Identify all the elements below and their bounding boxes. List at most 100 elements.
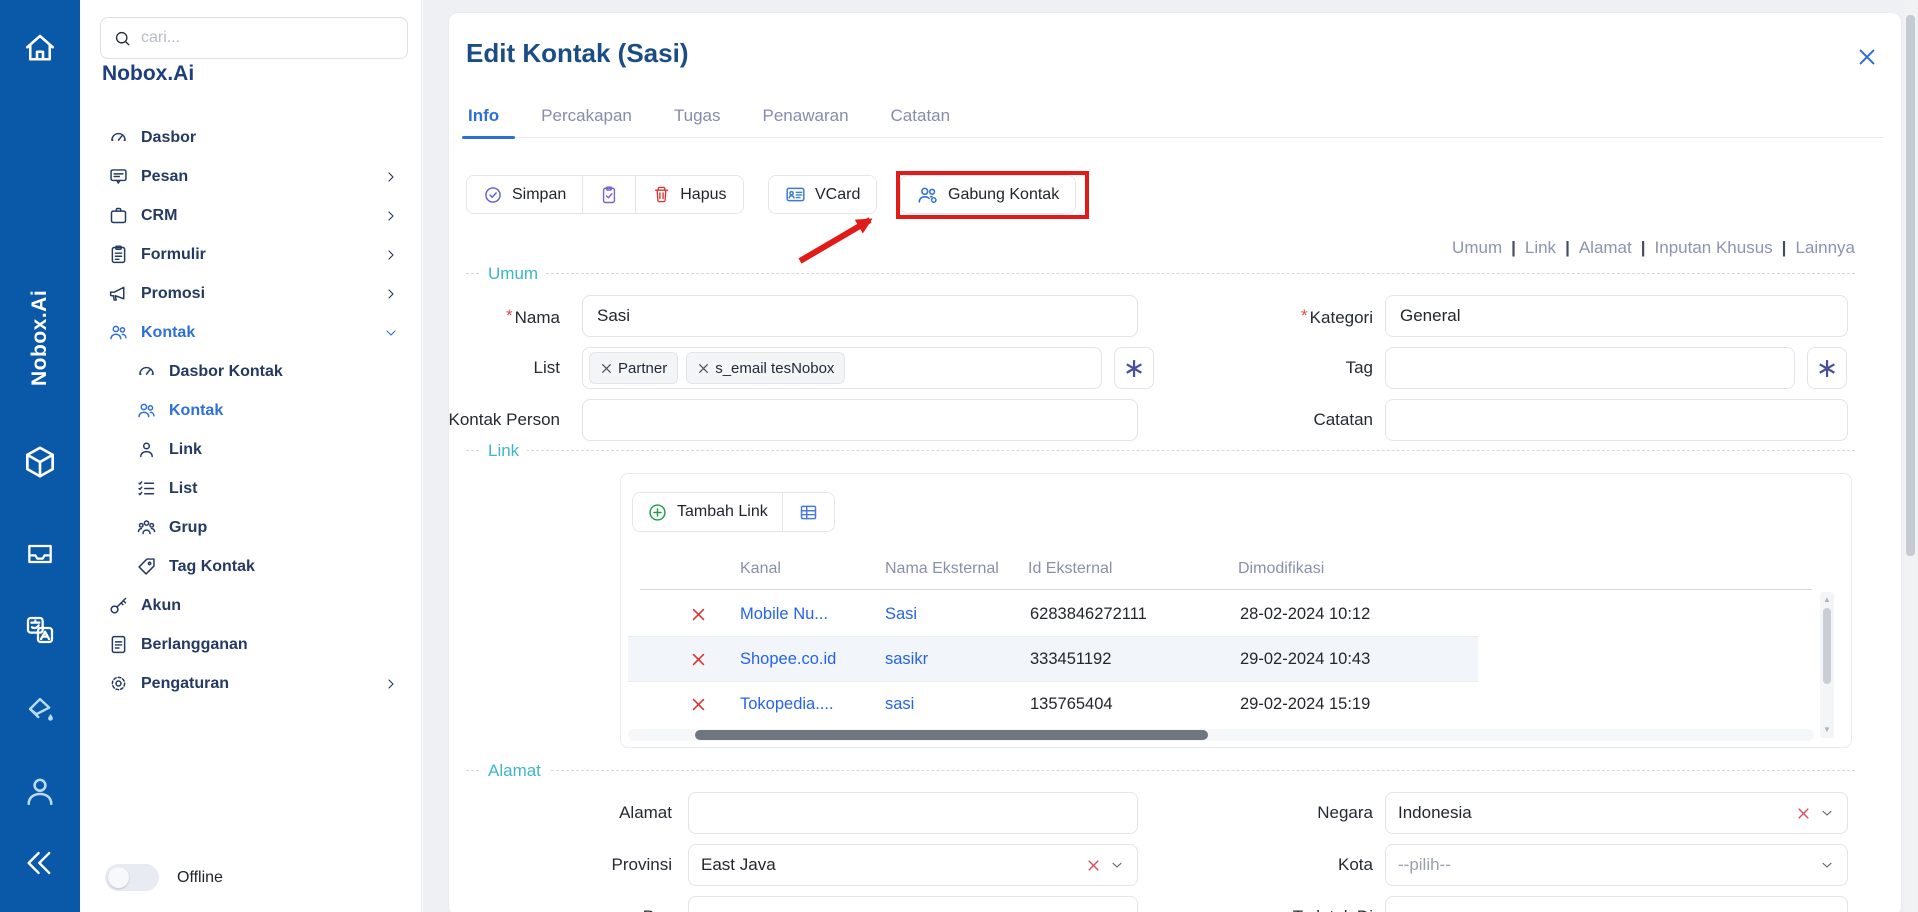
asterisk-icon: ∗: [1123, 353, 1146, 383]
kategori-input[interactable]: [1385, 295, 1848, 337]
tab-tugas[interactable]: Tugas: [672, 100, 723, 137]
provinsi-select[interactable]: East Java: [688, 844, 1138, 886]
table-row[interactable]: Tokopedia.... sasi 135765404 29-02-2024 …: [628, 682, 1478, 727]
search-input[interactable]: [141, 29, 395, 47]
section-anchor-nav: Umum | Link | Alamat | Inputan Khusus | …: [1452, 238, 1855, 258]
id-eksternal-value: 6283846272111: [1030, 592, 1230, 637]
nama-eksternal-link[interactable]: Sasi: [885, 592, 1020, 637]
nama-eksternal-link[interactable]: sasikr: [885, 637, 1020, 682]
list-input[interactable]: Partner s_email tesNobox: [582, 347, 1102, 389]
section-alamat-label: Alamat: [480, 761, 549, 781]
add-link-button[interactable]: Tambah Link: [633, 493, 782, 531]
scrollbar-thumb[interactable]: [1823, 608, 1831, 684]
delete-row-icon[interactable]: [690, 606, 707, 623]
home-icon[interactable]: [0, 30, 80, 66]
sidebar-item-grup[interactable]: Grup: [80, 508, 421, 547]
sidebar-item-akun[interactable]: Akun: [80, 586, 421, 625]
kanal-link[interactable]: Tokopedia....: [740, 682, 872, 727]
kontak-person-input[interactable]: [582, 399, 1138, 441]
sidebar-item-list[interactable]: List: [80, 469, 421, 508]
anchor-link[interactable]: Link: [1525, 238, 1556, 258]
nama-eksternal-link[interactable]: sasi: [885, 682, 1020, 727]
scrollbar-thumb[interactable]: [1906, 15, 1915, 556]
toolbar-group-main: Simpan Hapus: [466, 175, 744, 214]
sidebar-item-promosi[interactable]: Promosi: [80, 274, 421, 313]
list-picker-button[interactable]: ∗: [1114, 347, 1154, 389]
anchor-alamat[interactable]: Alamat: [1579, 238, 1632, 258]
sidebar-item-crm[interactable]: CRM: [80, 196, 421, 235]
table-view-button[interactable]: [782, 493, 834, 531]
list-chip[interactable]: s_email tesNobox: [686, 352, 845, 384]
chip-remove-icon[interactable]: [697, 362, 710, 375]
table-horizontal-scrollbar[interactable]: [628, 729, 1814, 741]
col-header-nama-eksternal[interactable]: Nama Eksternal: [885, 560, 999, 578]
merge-contact-button[interactable]: Gabung Kontak: [901, 176, 1075, 213]
sidebar-search[interactable]: [100, 17, 408, 59]
paint-bucket-icon[interactable]: [0, 692, 80, 726]
col-header-dimodifikasi[interactable]: Dimodifikasi: [1238, 560, 1324, 578]
tab-penawaran[interactable]: Penawaran: [761, 100, 851, 137]
anchor-lainnya[interactable]: Lainnya: [1795, 238, 1855, 258]
tab-info[interactable]: Info: [466, 100, 501, 137]
section-alamat: Alamat: [466, 770, 1855, 771]
tab-catatan[interactable]: Catatan: [889, 100, 953, 137]
anchor-inputan-khusus[interactable]: Inputan Khusus: [1655, 238, 1773, 258]
briefcase-icon: [108, 205, 129, 226]
sidebar-item-pengaturan[interactable]: Pengaturan: [80, 664, 421, 703]
left-rail: Nobox.Ai: [0, 0, 80, 912]
page-scrollbar[interactable]: [1904, 0, 1917, 912]
table-vertical-scrollbar[interactable]: ▲ ▼: [1820, 592, 1834, 738]
chevron-right-icon: [383, 247, 399, 263]
alamat-input[interactable]: [688, 792, 1138, 834]
nama-input[interactable]: [582, 295, 1138, 337]
kanal-link[interactable]: Shopee.co.id: [740, 637, 872, 682]
collapse-sidebar-icon[interactable]: [0, 846, 80, 880]
kota-select[interactable]: --pilih--: [1385, 844, 1848, 886]
sidebar-item-kontak-sub[interactable]: Kontak: [80, 391, 421, 430]
table-row[interactable]: Mobile Nu... Sasi 6283846272111 28-02-20…: [628, 592, 1478, 637]
offline-toggle[interactable]: [105, 864, 159, 891]
sidebar-item-dasbor[interactable]: Dasbor: [80, 118, 421, 157]
scrollbar-thumb[interactable]: [695, 730, 1208, 740]
clear-icon[interactable]: [1796, 806, 1811, 821]
vcard-button[interactable]: VCard: [769, 176, 876, 213]
chip-remove-icon[interactable]: [600, 362, 613, 375]
delete-row-icon[interactable]: [690, 651, 707, 668]
sidebar-item-link[interactable]: Link: [80, 430, 421, 469]
chevron-down-icon: [1819, 805, 1835, 821]
nobox-cube-icon[interactable]: [0, 443, 80, 481]
negara-select[interactable]: Indonesia: [1385, 792, 1848, 834]
sidebar-item-berlangganan[interactable]: Berlangganan: [80, 625, 421, 664]
delete-row-icon[interactable]: [690, 696, 707, 713]
megaphone-icon: [108, 283, 129, 304]
list-chip[interactable]: Partner: [589, 352, 678, 384]
close-icon[interactable]: [1852, 42, 1882, 72]
translate-icon[interactable]: [0, 614, 80, 646]
pos-input[interactable]: [688, 896, 1138, 912]
anchor-umum[interactable]: Umum: [1452, 238, 1502, 258]
catatan-input[interactable]: [1385, 399, 1848, 441]
tab-percakapan[interactable]: Percakapan: [539, 100, 634, 137]
sidebar-item-formulir[interactable]: Formulir: [80, 235, 421, 274]
profile-icon[interactable]: [0, 773, 80, 809]
clipboard-check-button[interactable]: [582, 176, 635, 213]
sidebar-item-dasbor-kontak[interactable]: Dasbor Kontak: [80, 352, 421, 391]
clear-icon[interactable]: [1086, 858, 1101, 873]
tab-bar: Info Percakapan Tugas Penawaran Catatan: [466, 100, 1884, 138]
sidebar-item-tag-kontak[interactable]: Tag Kontak: [80, 547, 421, 586]
sidebar-item-kontak[interactable]: Kontak: [80, 313, 421, 352]
offline-toggle-row: Offline: [105, 864, 223, 891]
col-header-id-eksternal[interactable]: Id Eksternal: [1028, 560, 1112, 578]
chat-icon: [108, 166, 129, 187]
list-label: List: [400, 347, 560, 389]
tag-picker-button[interactable]: ∗: [1807, 347, 1847, 389]
table-row[interactable]: Shopee.co.id sasikr 333451192 29-02-2024…: [628, 637, 1478, 682]
col-header-kanal[interactable]: Kanal: [740, 560, 781, 578]
kanal-link[interactable]: Mobile Nu...: [740, 592, 872, 637]
inbox-icon[interactable]: [0, 538, 80, 570]
terletak-di-input[interactable]: [1385, 896, 1848, 912]
sidebar-item-pesan[interactable]: Pesan: [80, 157, 421, 196]
delete-button[interactable]: Hapus: [635, 176, 742, 213]
tag-input[interactable]: [1385, 347, 1795, 389]
save-button[interactable]: Simpan: [467, 176, 582, 213]
